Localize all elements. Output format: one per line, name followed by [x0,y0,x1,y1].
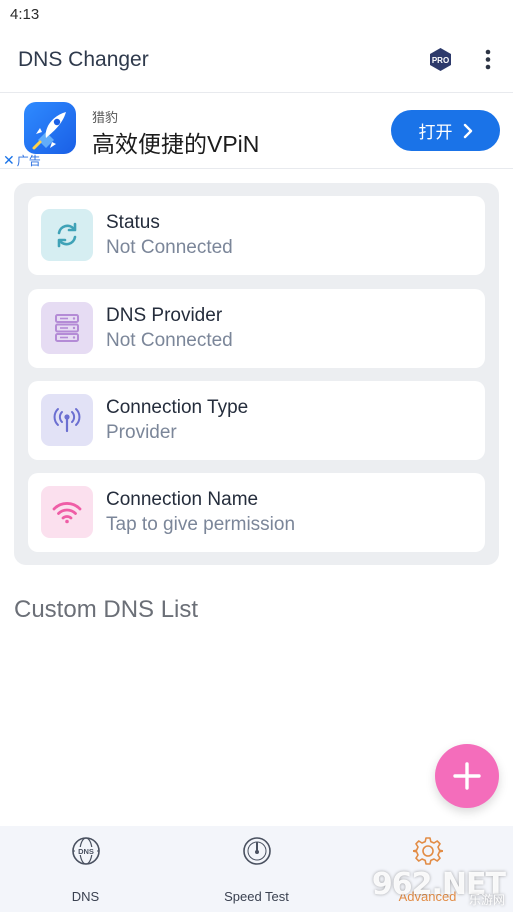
dns-provider-card[interactable]: DNS Provider Not Connected [28,289,485,368]
ad-open-label: 打开 [418,123,453,142]
speedometer-icon [242,836,272,866]
nav-label-dns: DNS [71,889,100,904]
status-card[interactable]: Status Not Connected [28,196,485,275]
connection-type-card[interactable]: Connection Type Provider [28,381,485,460]
watermark-sub: 乐游网 [468,893,505,907]
nav-label-speed-test: Speed Test [224,889,289,904]
ad-banner[interactable]: 猎豹 高效便捷的VPiN 打开 ✕ 广告 [0,92,513,169]
svg-text:DNS: DNS [78,847,94,856]
app-bar: DNS Changer PRO [0,30,513,90]
connection-name-value[interactable]: Tap to give permission [106,514,295,536]
connection-type-title: Connection Type [106,397,249,418]
status-bar: 4:13 [0,0,513,30]
nav-item-speed-test[interactable]: Speed Test [171,826,342,912]
broadcast-icon [41,394,93,446]
wifi-icon [41,486,93,538]
pro-hexagon-icon: PRO [430,48,451,71]
ad-close-icon[interactable]: ✕ [3,152,15,169]
ad-headline: 高效便捷的VPiN [92,131,260,157]
plus-icon [453,762,481,790]
ad-label[interactable]: ✕ 广告 [3,152,41,169]
ad-label-text: 广告 [16,154,41,168]
connection-name-title: Connection Name [106,489,259,510]
ad-open-button[interactable]: 打开 [391,110,500,151]
more-options-icon[interactable] [478,47,498,72]
ad-brand: 猎豹 [92,110,119,125]
add-dns-button[interactable] [435,744,499,808]
pro-badge-button[interactable]: PRO [428,47,453,72]
app-title: DNS Changer [18,48,149,71]
custom-dns-list-title: Custom DNS List [14,596,199,623]
sync-icon [41,209,93,261]
site-watermark: 962.NET 乐游网 [372,860,513,908]
status-time: 4:13 [10,6,40,23]
connection-type-value: Provider [106,422,177,443]
status-value: Not Connected [106,237,233,258]
dns-provider-value: Not Connected [106,330,233,351]
server-icon [41,302,93,354]
chevron-right-icon [463,123,472,138]
dns-provider-title: DNS Provider [106,305,223,326]
nav-item-dns[interactable]: DNS DNS [0,826,171,912]
status-title: Status [106,212,160,233]
dns-globe-icon: DNS [71,836,101,866]
rocket-icon [24,102,76,154]
pro-badge-text: PRO [432,56,449,65]
connection-name-card[interactable]: Connection Name Tap to give permission [28,473,485,552]
